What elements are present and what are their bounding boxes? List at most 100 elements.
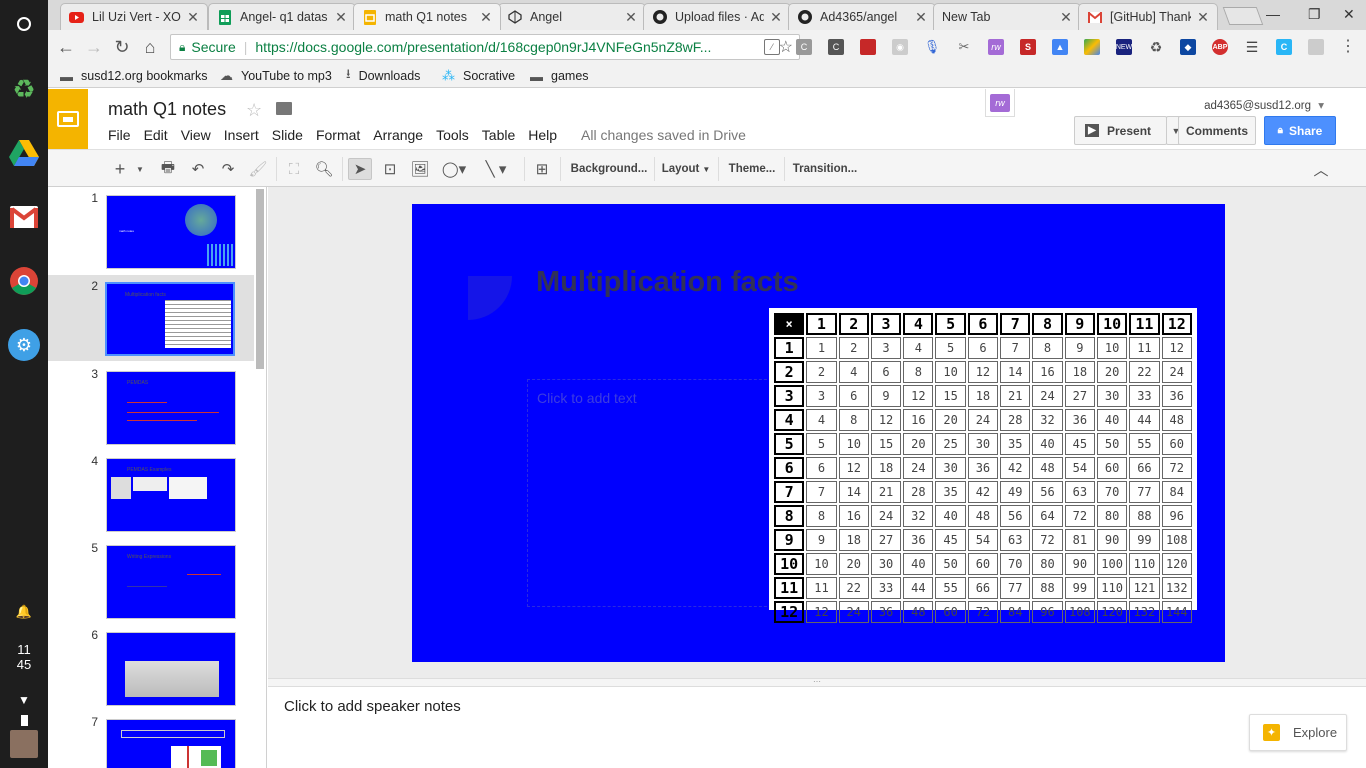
- rw-addon-badge[interactable]: rw: [985, 89, 1015, 117]
- transition-button[interactable]: Transition...: [792, 158, 858, 180]
- close-icon[interactable]: ✕: [187, 9, 199, 26]
- folder-icon[interactable]: [276, 102, 292, 115]
- close-icon[interactable]: ✕: [770, 9, 782, 26]
- close-icon[interactable]: ✕: [335, 9, 347, 26]
- save-status[interactable]: All changes saved in Drive: [581, 127, 746, 143]
- gmail-icon[interactable]: [8, 201, 40, 233]
- collapse-toolbar-icon[interactable]: ︿: [1311, 158, 1331, 180]
- address-bar[interactable]: 🔒︎ Secure | https://docs.google.com/pres…: [170, 34, 800, 60]
- color-picker-ext-icon[interactable]: ⁄: [764, 39, 780, 55]
- menu-table[interactable]: Table: [482, 127, 515, 143]
- drive-multi-ext-icon[interactable]: ▲: [1052, 39, 1068, 55]
- close-icon[interactable]: ✕: [915, 9, 927, 26]
- tab-gmail[interactable]: [GitHub] Thanks ✕: [1078, 3, 1218, 30]
- paint-format-icon[interactable]: 🖌︎: [248, 158, 268, 180]
- tab-new-tab[interactable]: New Tab ✕: [933, 3, 1081, 30]
- close-icon[interactable]: ✕: [1197, 9, 1209, 26]
- tab-youtube[interactable]: Lil Uzi Vert - XO ✕: [60, 3, 208, 30]
- filmstrip-scrollbar[interactable]: [256, 189, 264, 369]
- zoom-icon[interactable]: 🔍︎: [314, 158, 334, 180]
- layout-button[interactable]: Layout ▼: [662, 158, 711, 180]
- comments-button[interactable]: Comments: [1178, 116, 1256, 145]
- slide-thumbnail[interactable]: 3 PEMDAS: [48, 363, 254, 449]
- theme-button[interactable]: Theme...: [726, 158, 778, 180]
- bookmark-youtube-mp3[interactable]: ☁ YouTube to mp3: [220, 67, 332, 85]
- slides-home-logo[interactable]: [48, 89, 88, 149]
- minimize-icon[interactable]: —: [1266, 6, 1280, 22]
- tab-codepen[interactable]: Angel ✕: [498, 3, 646, 30]
- c-dark-ext-icon[interactable]: C: [828, 39, 844, 55]
- chrome-menu-icon[interactable]: ⋮: [1338, 37, 1358, 57]
- body-placeholder[interactable]: Click to add text: [527, 379, 777, 607]
- back-icon[interactable]: ←: [56, 37, 76, 57]
- adblock-plus-ext-icon[interactable]: ABP: [1212, 39, 1228, 55]
- menu-arrange[interactable]: Arrange: [373, 127, 423, 143]
- new-slide-dropdown-icon[interactable]: ▼: [134, 158, 146, 180]
- home-icon[interactable]: ⌂: [140, 37, 160, 57]
- recycle-app-icon[interactable]: ♻: [8, 73, 40, 105]
- text-box-icon[interactable]: ⊡: [380, 158, 400, 180]
- user-account[interactable]: ad4365@susd12.org: [1204, 98, 1324, 112]
- s-red-ext-icon[interactable]: S: [1020, 39, 1036, 55]
- close-icon[interactable]: ✕: [1060, 9, 1072, 26]
- add-comment-icon[interactable]: ⊞: [532, 158, 552, 180]
- bookmark-downloads[interactable]: ⭳ Downloads: [346, 66, 420, 85]
- menu-format[interactable]: Format: [316, 127, 360, 143]
- menu-insert[interactable]: Insert: [224, 127, 259, 143]
- menu-help[interactable]: Help: [528, 127, 557, 143]
- tab-github-upload[interactable]: Upload files · Ad ✕: [643, 3, 791, 30]
- c-gray-ext-icon[interactable]: C: [796, 39, 812, 55]
- red-book-ext-icon[interactable]: [860, 39, 876, 55]
- slide-thumbnail-active[interactable]: 2 Multiplication facts: [48, 275, 254, 361]
- maximize-icon[interactable]: ❐: [1308, 6, 1321, 23]
- mic-ext-icon[interactable]: 🎙︎: [924, 39, 941, 55]
- share-button[interactable]: 🔒︎ Share: [1264, 116, 1336, 145]
- new-slide-icon[interactable]: +: [110, 158, 130, 180]
- slide-thumbnail[interactable]: 4 PEMDAS Examples: [48, 450, 254, 536]
- document-title[interactable]: math Q1 notes: [108, 99, 226, 120]
- colors-stripe-ext-icon[interactable]: [1084, 39, 1100, 55]
- background-button[interactable]: Background...: [570, 158, 648, 180]
- close-window-icon[interactable]: ✕: [1343, 6, 1355, 23]
- recycle-ext-icon[interactable]: ♻: [1148, 39, 1164, 55]
- bookmark-susd12[interactable]: ▬ susd12.org bookmarks: [60, 67, 207, 85]
- new-badge-ext-icon[interactable]: NEW: [1116, 39, 1132, 55]
- notes-resize-handle[interactable]: ⋯: [268, 678, 1366, 687]
- reload-icon[interactable]: ↻: [112, 37, 132, 57]
- scissors-ext-icon[interactable]: ✂: [956, 39, 972, 55]
- menu-file[interactable]: File: [108, 127, 131, 143]
- bookmark-socrative[interactable]: ⁂ Socrative: [442, 67, 515, 85]
- menu-tools[interactable]: Tools: [436, 127, 469, 143]
- shield-blue-ext-icon[interactable]: ◆: [1180, 39, 1196, 55]
- redo-icon[interactable]: ↷: [218, 158, 238, 180]
- tab-slides[interactable]: math Q1 notes ✕: [353, 3, 501, 30]
- slide-canvas[interactable]: Multiplication facts Click to add text ×…: [412, 204, 1225, 662]
- select-tool-icon[interactable]: ➤: [348, 158, 372, 180]
- shape-icon[interactable]: ◯▾: [440, 158, 468, 180]
- new-tab-button[interactable]: [1222, 7, 1264, 25]
- slide-thumbnail[interactable]: 1 math notes: [48, 187, 254, 273]
- user-avatar[interactable]: [10, 730, 38, 758]
- menu-slide[interactable]: Slide: [272, 127, 303, 143]
- multiplication-table-image[interactable]: × 1 2 3 4 5 6 7 8 9 10 11 12 1 1 2 3 4 5 6 7 8 9 10 11 12 2 2 4 6 8 10 1…: [769, 308, 1197, 623]
- slide-thumbnail[interactable]: 6: [48, 624, 254, 710]
- google-drive-icon[interactable]: [8, 137, 40, 169]
- bookmark-games[interactable]: ▬ games: [530, 67, 589, 85]
- bookmark-star-icon[interactable]: ☆: [779, 37, 793, 57]
- present-button[interactable]: ▶ Present: [1074, 116, 1167, 145]
- chrome-icon[interactable]: [8, 265, 40, 297]
- forward-icon[interactable]: →: [84, 37, 104, 57]
- close-icon[interactable]: ✕: [480, 9, 492, 26]
- menu-edit[interactable]: Edit: [144, 127, 168, 143]
- line-icon[interactable]: ╲ ▾: [480, 158, 512, 180]
- close-icon[interactable]: ✕: [625, 9, 637, 26]
- star-icon[interactable]: ☆: [246, 100, 262, 121]
- list-ext-icon[interactable]: ☰: [1244, 39, 1260, 55]
- tab-sheets[interactable]: Angel- q1 datas ✕: [208, 3, 356, 30]
- speaker-notes-panel[interactable]: Click to add speaker notes ✦ Explore: [268, 687, 1366, 768]
- notification-bell-icon[interactable]: 🔔: [8, 596, 40, 628]
- rw-ext-icon[interactable]: rw: [988, 39, 1004, 55]
- c-blue-ext-icon[interactable]: C: [1276, 39, 1292, 55]
- print-icon[interactable]: 🖶: [158, 158, 178, 180]
- settings-icon[interactable]: ⚙: [8, 329, 40, 361]
